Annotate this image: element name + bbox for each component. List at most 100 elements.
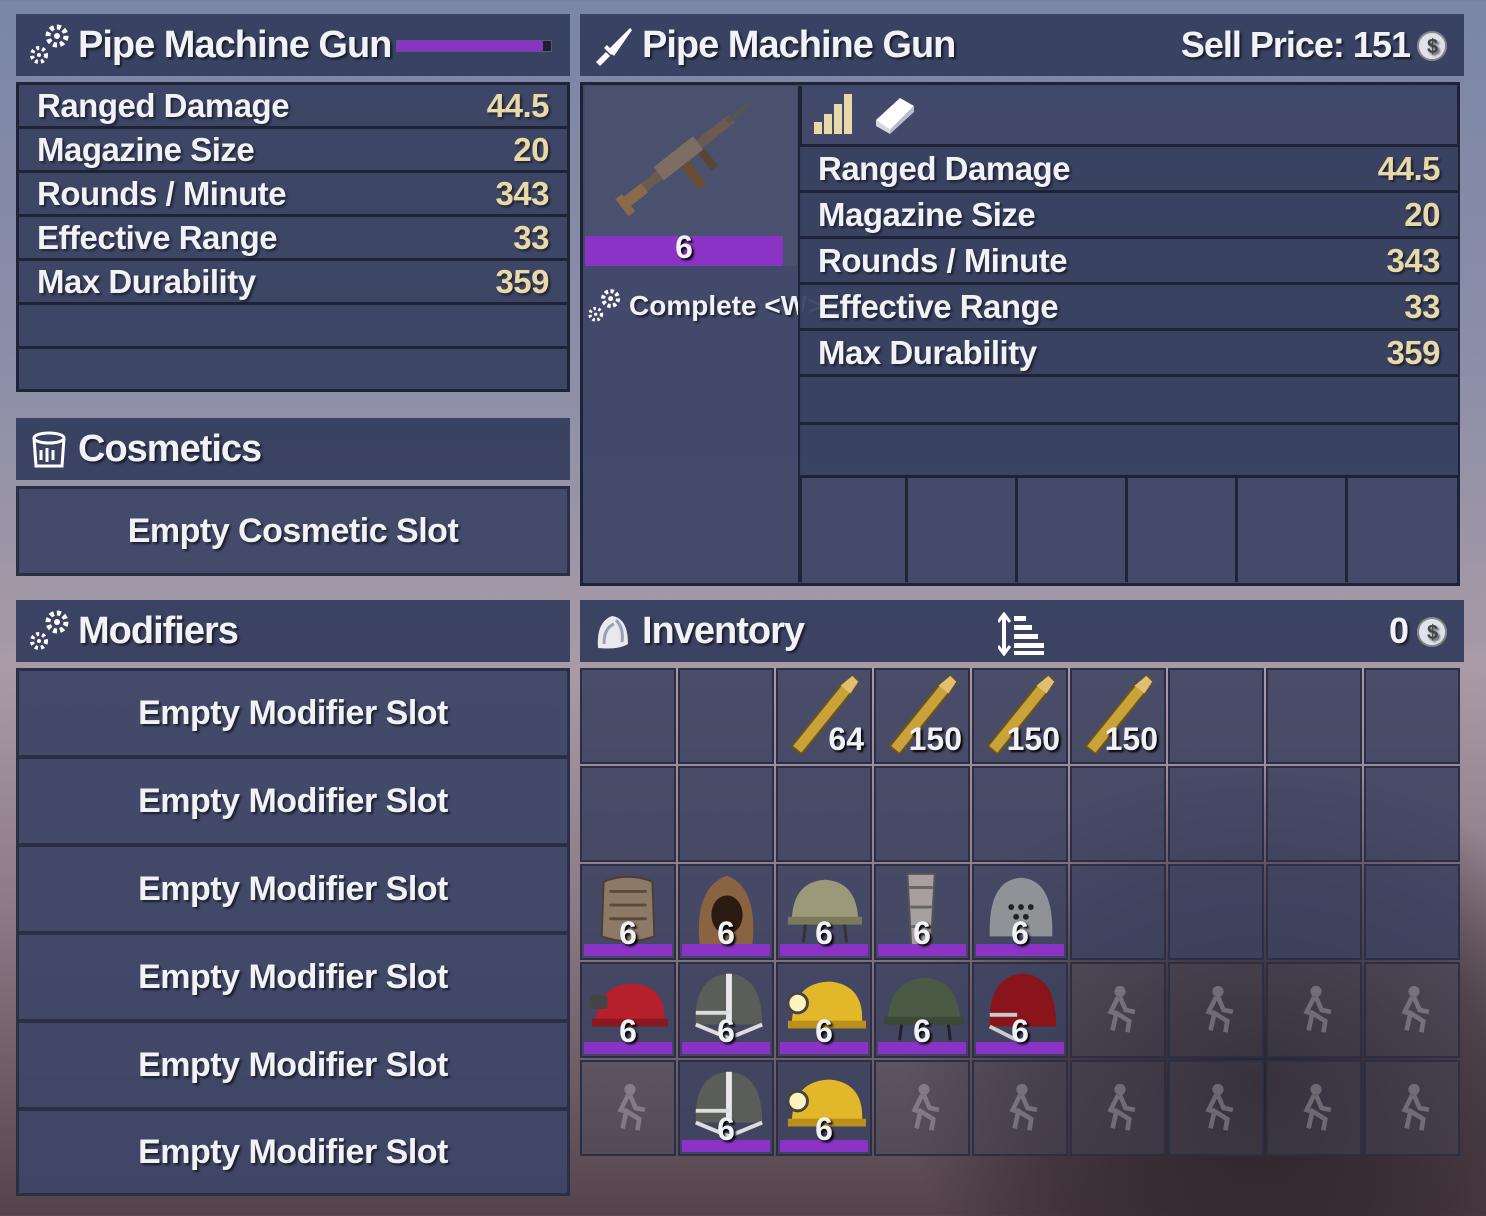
inventory-slot[interactable]: 64 — [776, 668, 872, 764]
sort-icon[interactable] — [998, 612, 1046, 656]
inventory-slot[interactable]: 6 — [874, 962, 970, 1058]
inventory-slot-empty[interactable] — [1266, 668, 1362, 764]
stat-row: Ranged Damage 44.5 — [800, 147, 1458, 193]
inventory-slot-empty[interactable] — [678, 766, 774, 862]
attachment-slot[interactable] — [800, 478, 908, 582]
inventory-slot-locked[interactable] — [1070, 962, 1166, 1058]
inventory-slot[interactable]: 6 — [678, 962, 774, 1058]
attachment-slot[interactable] — [1240, 478, 1348, 582]
backpack-icon — [597, 616, 628, 649]
stat-label: Ranged Damage — [818, 149, 1071, 187]
inventory-slot[interactable]: 150 — [1070, 668, 1166, 764]
inventory-slot[interactable]: 150 — [972, 668, 1068, 764]
attachment-slot[interactable] — [910, 478, 1018, 582]
inventory-slot-empty[interactable] — [1266, 864, 1362, 960]
inventory-slot[interactable]: 6 — [580, 962, 676, 1058]
item-info-header: Pipe Machine Gun Sell Price: 151 $ — [580, 14, 1464, 76]
inventory-slot-locked[interactable] — [580, 1060, 676, 1156]
inventory-currency: 0 — [1388, 610, 1409, 651]
locked-slot-icon — [1401, 1083, 1430, 1131]
cosmetics-title: Cosmetics — [78, 427, 262, 470]
item-quantity: 6 — [1011, 1013, 1029, 1049]
inventory-slot[interactable]: 6 — [776, 864, 872, 960]
inventory-slot-empty[interactable] — [776, 766, 872, 862]
stat-value: 44.5 — [486, 86, 550, 124]
stat-value: 343 — [495, 174, 549, 212]
inventory-slot-empty[interactable] — [1364, 668, 1460, 764]
inventory-slot-locked[interactable] — [1364, 962, 1460, 1058]
inventory-slot-locked[interactable] — [1266, 962, 1362, 1058]
book-icon[interactable] — [872, 92, 918, 136]
stat-row-empty — [19, 349, 567, 393]
inventory-slot[interactable]: 6 — [972, 864, 1068, 960]
modifiers-header: Modifiers — [16, 600, 570, 662]
modifier-slot[interactable]: Empty Modifier Slot — [16, 1108, 570, 1196]
stat-value: 359 — [1386, 333, 1440, 371]
inventory-slot-empty[interactable] — [1168, 668, 1264, 764]
item-quantity: 6 — [913, 1013, 931, 1049]
inventory-slot[interactable]: 6 — [580, 864, 676, 960]
inventory-slot-empty[interactable] — [1168, 864, 1264, 960]
locked-slot-icon — [1303, 985, 1332, 1033]
inventory-slot-empty[interactable] — [678, 668, 774, 764]
locked-slot-icon — [1401, 985, 1430, 1033]
stat-label: Max Durability — [818, 333, 1037, 371]
attachment-slot[interactable] — [1020, 478, 1128, 582]
inventory-slot-empty[interactable] — [580, 766, 676, 862]
inventory-slot[interactable]: 150 — [874, 668, 970, 764]
inventory-slot-locked[interactable] — [972, 1060, 1068, 1156]
inventory-slot-empty[interactable] — [1364, 864, 1460, 960]
stat-value: 33 — [1404, 287, 1440, 325]
sell-price: Sell Price: 151 — [1180, 24, 1411, 65]
modifier-slot[interactable]: Empty Modifier Slot — [16, 756, 570, 846]
modifier-slot[interactable]: Empty Modifier Slot — [16, 844, 570, 934]
inventory-slot-locked[interactable] — [1364, 1060, 1460, 1156]
complete-status[interactable]: Complete <W> — [585, 284, 823, 328]
stat-row: Rounds / Minute 343 — [19, 173, 567, 217]
item-quantity: 6 — [815, 1111, 833, 1147]
inventory-slot[interactable]: 6 — [776, 962, 872, 1058]
durability-bar-fill — [397, 41, 544, 51]
stat-value: 33 — [513, 218, 549, 256]
inventory-slot-locked[interactable] — [1168, 962, 1264, 1058]
modifier-slot[interactable]: Empty Modifier Slot — [16, 1020, 570, 1110]
stat-row: Effective Range 33 — [19, 217, 567, 261]
knife-icon — [596, 28, 632, 66]
inventory-slot[interactable]: 6 — [874, 864, 970, 960]
attachment-slot[interactable] — [1130, 478, 1238, 582]
inventory-slot-empty[interactable] — [1266, 766, 1362, 862]
inventory-grid: 64 150 150 150 6 6 6 6 6 6 6 6 6 6 6 6 — [580, 668, 1464, 1160]
locked-slot-icon — [1009, 1083, 1038, 1131]
inventory-slot-empty[interactable] — [1070, 864, 1166, 960]
inventory-slot-locked[interactable] — [874, 1060, 970, 1156]
stat-row: Magazine Size 20 — [800, 193, 1458, 239]
inventory-slot[interactable]: 6 — [776, 1060, 872, 1156]
inventory-slot[interactable]: 6 — [678, 1060, 774, 1156]
inventory-slot-empty[interactable] — [1364, 766, 1460, 862]
inventory-slot-empty[interactable] — [580, 668, 676, 764]
item-quantity: 6 — [619, 1013, 637, 1049]
stat-value: 359 — [495, 262, 549, 300]
inventory-slot-locked[interactable] — [1266, 1060, 1362, 1156]
stats-bars-icon[interactable] — [812, 92, 856, 136]
inventory-slot-empty[interactable] — [874, 766, 970, 862]
inventory-slot-empty[interactable] — [1168, 766, 1264, 862]
inventory-slot-empty[interactable] — [972, 766, 1068, 862]
cosmetic-slot[interactable]: Empty Cosmetic Slot — [16, 486, 570, 576]
gears-icon — [588, 289, 621, 322]
modifier-slot[interactable]: Empty Modifier Slot — [16, 932, 570, 1022]
inventory-slot-empty[interactable] — [1070, 766, 1166, 862]
item-quantity: 6 — [717, 915, 735, 951]
modifier-slot[interactable]: Empty Modifier Slot — [16, 668, 570, 758]
item-info-stats: Ranged Damage 44.5 Magazine Size 20 Rounds… — [800, 144, 1458, 478]
inventory-slot[interactable]: 6 — [678, 864, 774, 960]
pipe-machine-gun-icon — [615, 101, 752, 217]
attachment-slot[interactable] — [1350, 478, 1458, 582]
item-tier: 6 — [675, 229, 693, 265]
locked-slot-icon — [1107, 1083, 1136, 1131]
inventory-slot-locked[interactable] — [1070, 1060, 1166, 1156]
paint-bucket-icon — [32, 431, 66, 468]
inventory-slot[interactable]: 6 — [972, 962, 1068, 1058]
stat-label: Magazine Size — [818, 195, 1036, 233]
inventory-slot-locked[interactable] — [1168, 1060, 1264, 1156]
